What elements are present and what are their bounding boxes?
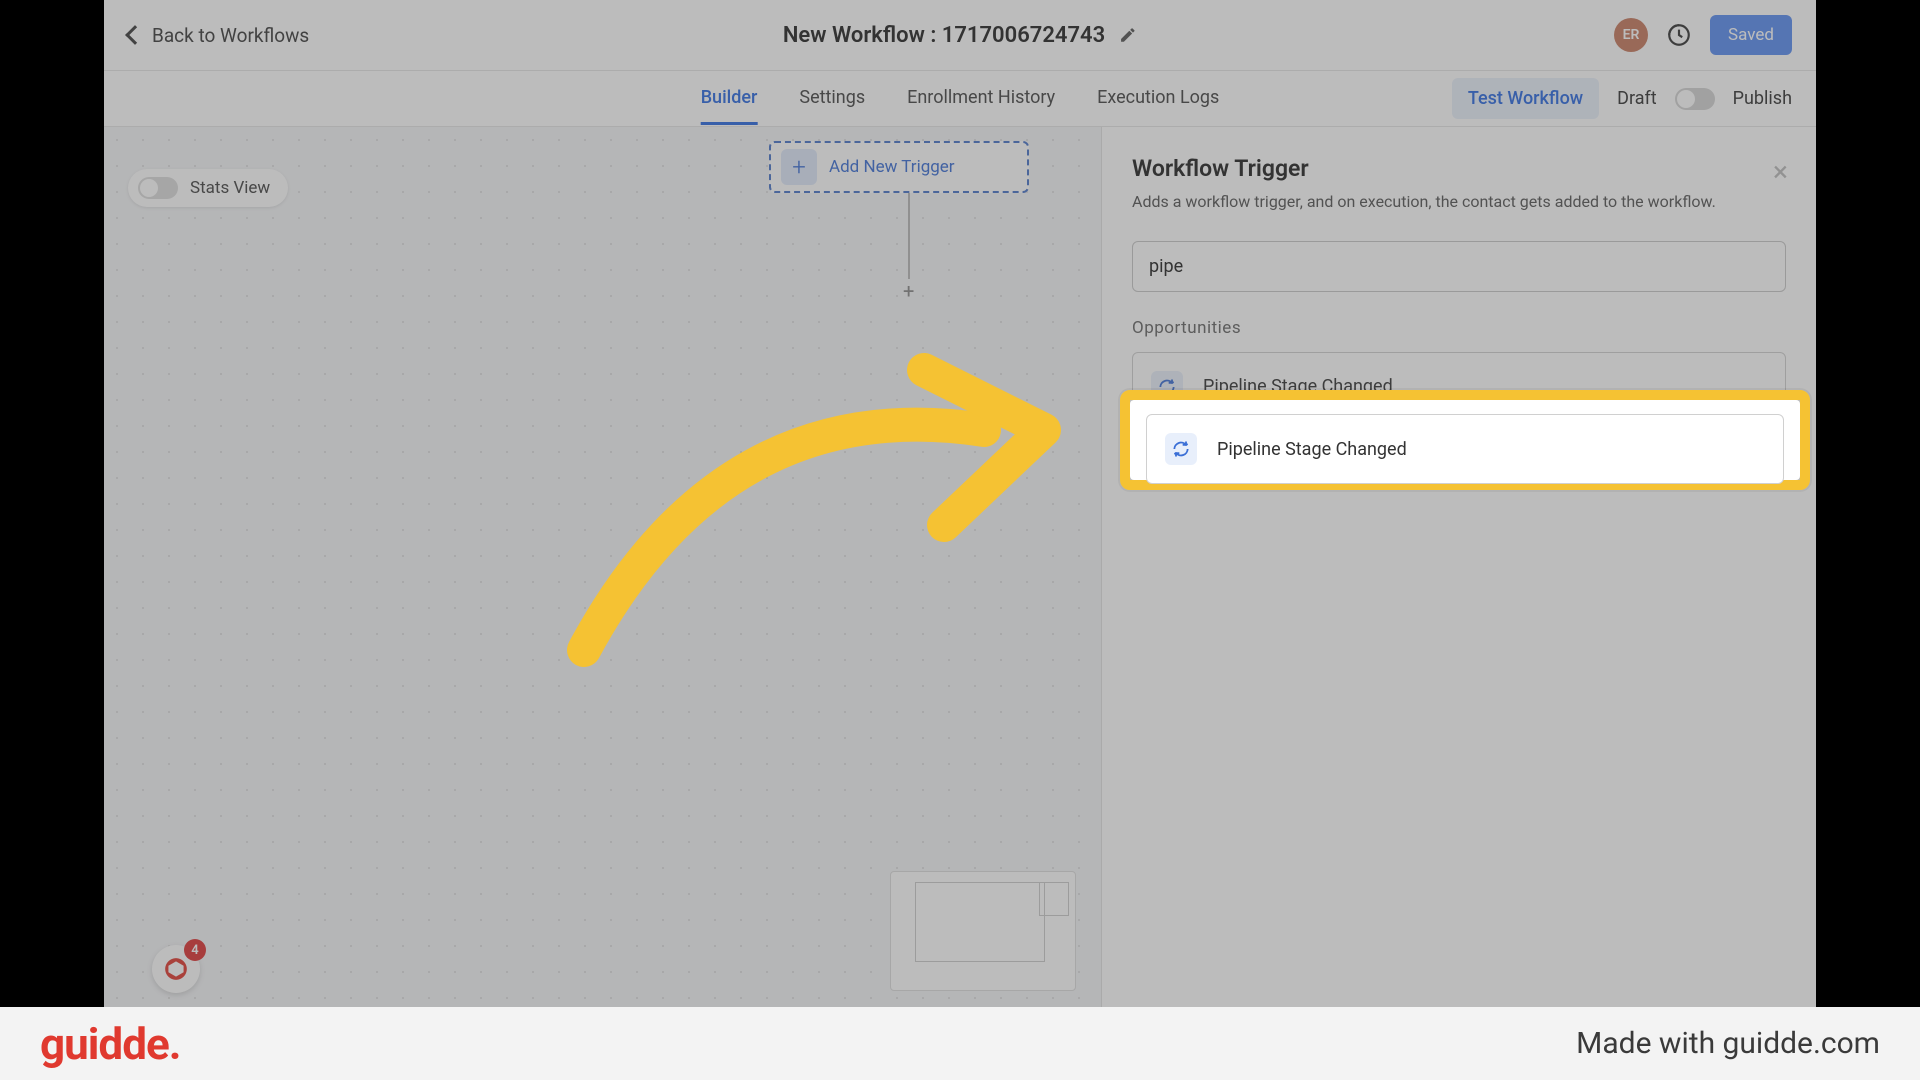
back-label: Back to Workflows xyxy=(152,24,309,47)
tab-execution-logs[interactable]: Execution Logs xyxy=(1097,73,1219,125)
history-icon[interactable] xyxy=(1666,22,1692,48)
tabs: Builder Settings Enrollment History Exec… xyxy=(701,73,1220,125)
stats-view-label: Stats View xyxy=(190,178,270,198)
panel-title: Workflow Trigger xyxy=(1132,155,1786,182)
panel-description: Adds a workflow trigger, and on executio… xyxy=(1132,192,1786,213)
notification-badge: 4 xyxy=(184,939,206,961)
saved-button[interactable]: Saved xyxy=(1710,15,1792,55)
help-fab[interactable]: 4 xyxy=(152,945,200,993)
top-bar: Back to Workflows New Workflow : 1717006… xyxy=(104,0,1816,71)
stats-toggle-switch[interactable] xyxy=(138,177,178,199)
trigger-panel: Workflow Trigger × Adds a workflow trigg… xyxy=(1101,127,1816,1007)
add-new-trigger-node[interactable]: + Add New Trigger xyxy=(769,141,1029,193)
section-opportunities: Opportunities xyxy=(1132,318,1786,338)
guidde-logo: guidde. xyxy=(40,1018,181,1070)
test-workflow-button[interactable]: Test Workflow xyxy=(1452,78,1599,119)
user-avatar[interactable]: ER xyxy=(1614,18,1648,52)
draft-label: Draft xyxy=(1617,88,1657,109)
trigger-option-pipeline-stage-changed[interactable]: Pipeline Stage Changed xyxy=(1132,352,1786,422)
edit-title-icon[interactable] xyxy=(1119,26,1137,44)
plus-icon: + xyxy=(781,149,817,185)
tab-settings[interactable]: Settings xyxy=(799,73,865,125)
footer: guidde. Made with guidde.com xyxy=(0,1007,1920,1080)
add-trigger-label: Add New Trigger xyxy=(829,157,955,177)
tab-enrollment-history[interactable]: Enrollment History xyxy=(907,73,1055,125)
footer-credit: Made with guidde.com xyxy=(1576,1026,1880,1061)
workflow-title: New Workflow : 1717006724743 xyxy=(783,23,1105,48)
publish-toggle[interactable] xyxy=(1675,88,1715,110)
back-to-workflows-link[interactable]: Back to Workflows xyxy=(128,24,309,47)
tab-builder[interactable]: Builder xyxy=(701,73,758,125)
refresh-icon xyxy=(1151,371,1183,403)
trigger-search-input[interactable] xyxy=(1132,241,1786,292)
option-label: Pipeline Stage Changed xyxy=(1203,376,1393,397)
chevron-left-icon xyxy=(125,25,145,45)
tab-bar: Builder Settings Enrollment History Exec… xyxy=(104,71,1816,127)
add-step-plus[interactable]: + xyxy=(901,279,916,303)
close-panel-icon[interactable]: × xyxy=(1773,155,1788,188)
minimap[interactable] xyxy=(890,871,1076,991)
stats-view-toggle[interactable]: Stats View xyxy=(128,169,288,207)
publish-label: Publish xyxy=(1733,88,1792,109)
workflow-title-wrap: New Workflow : 1717006724743 xyxy=(783,23,1137,48)
